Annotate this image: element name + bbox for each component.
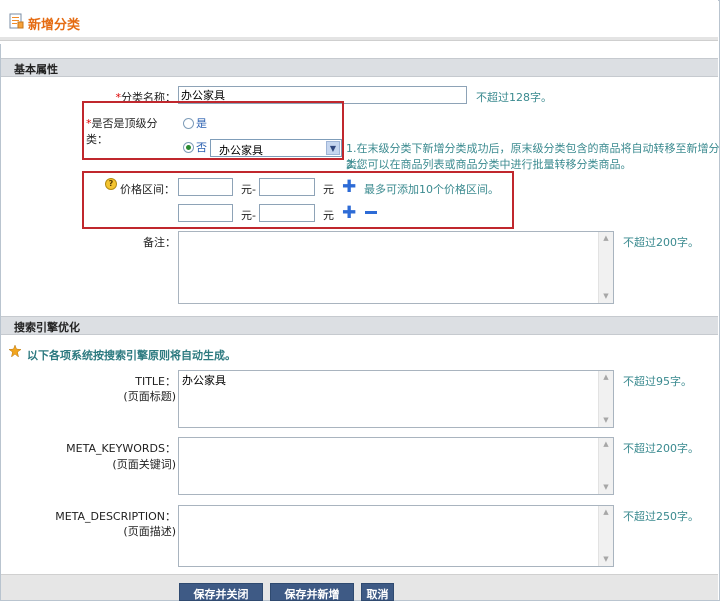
price-from-input-2[interactable]: [178, 204, 233, 222]
save-new-button[interactable]: 保存并新增: [270, 583, 354, 601]
scroll-down-icon[interactable]: ▼: [601, 483, 611, 492]
parent-category-select[interactable]: 办公家具 ▼: [210, 139, 342, 157]
keywords-sublabel: (页面关键词): [112, 458, 176, 471]
description-sublabel: (页面描述): [123, 525, 176, 538]
keywords-hint: 不超过200字。: [623, 442, 699, 455]
scrollbar[interactable]: ▲ ▼: [598, 506, 613, 566]
page-title: 新增分类: [28, 18, 81, 33]
scrollbar[interactable]: ▲ ▼: [598, 232, 613, 303]
add-price-range-icon[interactable]: ✚: [342, 179, 356, 196]
scroll-down-icon[interactable]: ▼: [601, 555, 611, 564]
scroll-down-icon[interactable]: ▼: [601, 416, 611, 425]
remove-price-range-icon[interactable]: [365, 211, 377, 214]
footer-bar: [1, 574, 718, 600]
chevron-down-icon[interactable]: ▼: [326, 141, 340, 155]
price-unit-to-2: 元: [323, 209, 334, 222]
radio-no[interactable]: [183, 142, 194, 153]
scroll-up-icon[interactable]: ▲: [601, 234, 611, 243]
seo-note: 以下各项系统按搜索引擎原则将自动生成。: [27, 349, 236, 362]
price-unit-to-1: 元: [323, 183, 334, 196]
scroll-down-icon[interactable]: ▼: [601, 292, 611, 301]
price-from-input-1[interactable]: [178, 178, 233, 196]
price-label: 价格区间：: [120, 183, 175, 196]
toplevel-label: *是否是顶级分类：: [86, 117, 158, 146]
toplevel-hint-2: 2.您可以在商品列表或商品分类中进行批量转移分类商品。: [346, 158, 632, 171]
meta-description-textarea[interactable]: ▲ ▼: [178, 505, 614, 567]
section-basic-header: 基本属性: [1, 58, 718, 77]
price-to-input-2[interactable]: [259, 204, 315, 222]
help-icon[interactable]: ?: [105, 178, 117, 190]
title-label: TITLE：: [135, 375, 176, 388]
description-label: META_DESCRIPTION：: [55, 510, 176, 523]
remark-label: 备注：: [143, 236, 176, 249]
cancel-button[interactable]: 取消: [361, 583, 394, 601]
title-divider: [0, 37, 718, 41]
parent-category-value: 办公家具: [219, 144, 263, 157]
meta-keywords-textarea[interactable]: ▲ ▼: [178, 437, 614, 495]
scrollbar[interactable]: ▲ ▼: [598, 371, 613, 427]
scroll-up-icon[interactable]: ▲: [601, 508, 611, 517]
add-price-range-icon-2[interactable]: ✚: [342, 205, 356, 222]
seo-title-value: 办公家具: [182, 374, 226, 387]
save-close-button[interactable]: 保存并关闭: [179, 583, 263, 601]
remark-hint: 不超过200字。: [623, 236, 699, 249]
seo-title-textarea[interactable]: 办公家具 ▲ ▼: [178, 370, 614, 428]
scrollbar[interactable]: ▲ ▼: [598, 438, 613, 494]
scroll-up-icon[interactable]: ▲: [601, 373, 611, 382]
radio-yes-label: 是: [196, 117, 207, 130]
price-hint: 最多可添加10个价格区间。: [364, 183, 499, 196]
keywords-label: META_KEYWORDS：: [66, 442, 176, 455]
scroll-up-icon[interactable]: ▲: [601, 440, 611, 449]
price-unit-from-2: 元-: [241, 209, 256, 222]
pin-icon: [9, 345, 21, 357]
section-seo-header: 搜索引擎优化: [1, 316, 718, 335]
title-hint: 不超过95字。: [623, 375, 692, 388]
document-icon: [9, 13, 24, 29]
price-to-input-1[interactable]: [259, 178, 315, 196]
price-unit-from-1: 元-: [241, 183, 256, 196]
radio-yes[interactable]: [183, 118, 194, 129]
radio-no-label: 否: [196, 141, 207, 154]
remark-textarea[interactable]: ▲ ▼: [178, 231, 614, 304]
description-hint: 不超过250字。: [623, 510, 699, 523]
name-hint: 不超过128字。: [476, 91, 552, 104]
title-sublabel: (页面标题): [123, 390, 176, 403]
